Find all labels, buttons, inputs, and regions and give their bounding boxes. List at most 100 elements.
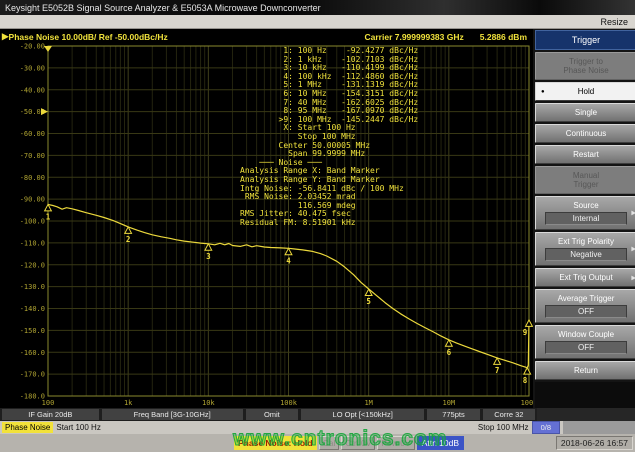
sidebar-button-restart[interactable]: Restart: [535, 145, 635, 164]
y-axis-tick-label: -140.0: [20, 305, 45, 313]
sidebar-button-hold[interactable]: Hold●: [535, 82, 635, 101]
status-chip-corre-32[interactable]: Corre 32: [483, 409, 535, 420]
marker-readout: 1: 100 Hz -92.4277 dBc/Hz 2: 1 kHz -102.…: [240, 47, 418, 227]
x-axis-tick-label: 1k: [124, 399, 133, 407]
y-axis-tick-label: -100.0: [20, 218, 45, 226]
trace-scale-label: Phase Noise 10.00dB/ Ref -50.00dBc/Hz: [9, 32, 168, 42]
window-titlebar: Keysight E5052B Signal Source Analyzer &…: [0, 0, 635, 15]
sidebar-button-label: Hold: [538, 87, 634, 96]
y-axis-tick-label: -120.0: [20, 261, 45, 269]
sidebar-button-value: Negative: [545, 248, 627, 261]
sidebar-filler: [535, 382, 635, 408]
sidebar-button-label: Phase Noise: [538, 66, 634, 75]
sidebar-button-label: Source: [538, 201, 634, 210]
sidebar-button-label: Window Couple: [538, 330, 634, 339]
status-row-filler: [537, 408, 635, 421]
marker-3: 3: [205, 244, 212, 261]
y-axis-tick-label: -170.0: [20, 371, 45, 379]
softkey-menu-title: Trigger: [535, 30, 635, 50]
trace-header: ▶ Phase Noise 10.00dB/ Ref -50.00dBc/Hz …: [0, 29, 533, 43]
status-chip-if-gain-20db[interactable]: IF Gain 20dB: [2, 409, 99, 420]
x-axis-tick-label: 10k: [202, 399, 215, 407]
svg-text:7: 7: [495, 366, 500, 375]
sidebar-button-label: Restart: [538, 150, 634, 159]
sidebar-button-return[interactable]: Return: [535, 361, 635, 380]
resize-button[interactable]: Resize: [600, 17, 628, 27]
submenu-arrow-icon: ▶: [631, 210, 635, 217]
cal-status-chip: Cal: [319, 436, 340, 450]
svg-text:4: 4: [286, 256, 291, 265]
sidebar-button-manual-trigger: ManualTrigger: [535, 166, 635, 194]
plot-area: -20.00-30.00-40.00-50.00-60.00-70.00-80.…: [0, 43, 533, 408]
sweep-bar-filler: [563, 421, 635, 434]
x-axis-tick-label: 100k: [280, 399, 298, 407]
sidebar-button-label: Return: [538, 366, 634, 375]
y-axis-tick-label: -90.00: [20, 196, 45, 204]
app-window: Keysight E5052B Signal Source Analyzer &…: [0, 0, 635, 452]
sidebar-button-label: Ext Trig Polarity: [538, 237, 634, 246]
y-axis-tick-label: -20.00: [20, 43, 45, 51]
readout-line: Residual FM: 8.51901 kHz: [240, 219, 418, 228]
sidebar-button-trigger-to-phase-noise: Trigger toPhase Noise: [535, 52, 635, 80]
menu-bar: Resize: [0, 15, 635, 29]
y-axis-tick-label: -70.00: [20, 152, 45, 160]
y-axis-tick-label: -130.0: [20, 283, 45, 291]
sidebar-button-label: Manual: [538, 171, 634, 180]
y-axis-tick-label: -80.00: [20, 174, 45, 182]
ctrl-status-chip: Ctrl 0V: [341, 436, 375, 450]
svg-text:1: 1: [46, 212, 51, 221]
submenu-arrow-icon: ▶: [631, 246, 635, 253]
sweep-stop-label: Stop 100 MHz: [478, 423, 529, 432]
carrier-power: 5.2886 dBm: [480, 32, 527, 42]
window-title: Keysight E5052B Signal Source Analyzer &…: [5, 3, 321, 13]
sidebar-button-ext-trig-polarity[interactable]: Ext Trig Polarity Negative ▶: [535, 232, 635, 266]
instrument-status-bar: Phase Noise: Hold Cal Ctrl 0V Pow 0V Att…: [0, 434, 635, 452]
svg-text:6: 6: [447, 348, 452, 357]
sweep-start-label: Start 100 Hz: [56, 423, 100, 432]
instrument-screen: ▶ Phase Noise 10.00dB/ Ref -50.00dBc/Hz …: [0, 29, 533, 408]
sidebar-button-label: Single: [538, 108, 634, 117]
svg-text:3: 3: [206, 252, 211, 261]
sidebar-button-ext-trig-output[interactable]: Ext Trig Output▶: [535, 268, 635, 287]
trigger-mode-chip: Phase Noise: Hold: [234, 436, 317, 450]
y-axis-tick-label: -60.00: [20, 130, 45, 138]
marker-7: 7: [494, 358, 501, 375]
status-chip-lo-opt-150khz[interactable]: LO Opt [<150kHz]: [301, 409, 424, 420]
x-axis-tick-label: 100M: [521, 399, 533, 407]
marker-6: 6: [445, 340, 452, 357]
sidebar-button-source[interactable]: SourceInternal▶: [535, 196, 635, 230]
sidebar-button-label: Continuous: [538, 129, 634, 138]
sidebar-button-continuous[interactable]: Continuous: [535, 124, 635, 143]
sidebar-button-label: Ext Trig Output: [538, 273, 634, 282]
svg-text:5: 5: [366, 297, 371, 306]
sidebar-button-window-couple[interactable]: Window CoupleOFF: [535, 325, 635, 359]
sidebar-button-single[interactable]: Single: [535, 103, 635, 122]
marker-2: 2: [125, 227, 132, 244]
carrier-frequency: Carrier 7.999999383 GHz: [365, 32, 464, 42]
trace-start-flag-icon: [44, 46, 52, 52]
sidebar-button-label: Average Trigger: [538, 294, 634, 303]
status-chip-omit[interactable]: Omit: [246, 409, 298, 420]
x-axis-tick-label: 1M: [364, 399, 372, 407]
softkey-sidebar: Trigger Trigger toPhase Noise Hold● Single…: [533, 29, 635, 408]
main-area: ▶ Phase Noise 10.00dB/ Ref -50.00dBc/Hz …: [0, 29, 635, 408]
status-chip-freq-band-3g-10ghz[interactable]: Freq Band [3G-10GHz]: [102, 409, 243, 420]
sweep-range-bar: Phase Noise Start 100 Hz Stop 100 MHz 0/…: [0, 421, 635, 434]
attenuator-chip[interactable]: Attn 10dB: [417, 436, 464, 450]
clock-display: 2018-06-26 16:57: [556, 436, 633, 450]
svg-text:8: 8: [523, 376, 528, 385]
sidebar-button-label: Trigger: [538, 180, 634, 189]
active-trace-chip[interactable]: Phase Noise: [2, 422, 53, 433]
x-axis-tick-label: 10M: [443, 399, 456, 407]
y-axis-tick-label: -150.0: [20, 327, 45, 335]
y-axis-tick-label: -40.00: [20, 86, 45, 94]
sidebar-button-value: OFF: [545, 305, 627, 318]
selected-bullet-icon: ●: [541, 89, 545, 95]
y-axis-tick-label: -30.00: [20, 64, 45, 72]
status-chip-775pts[interactable]: 775pts: [427, 409, 479, 420]
x-axis-tick-label: 100: [42, 399, 55, 407]
svg-text:2: 2: [126, 235, 131, 244]
marker-1: 1: [45, 204, 52, 221]
sidebar-button-average-trigger[interactable]: Average Trigger OFF: [535, 289, 635, 323]
marker-4: 4: [285, 248, 292, 265]
